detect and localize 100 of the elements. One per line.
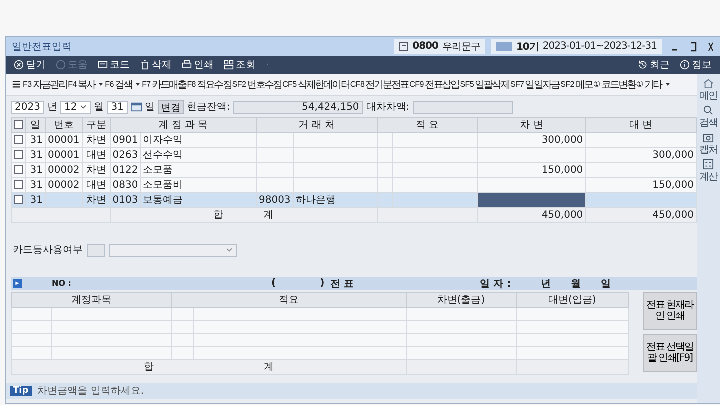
function-key-button[interactable]: F7카드매출 [142,78,186,92]
function-key-button[interactable]: F3자금관리 [23,78,68,92]
month-dropdown[interactable]: 12 [60,100,92,114]
table-cell: 0830 [110,178,141,192]
sidebar-button[interactable]: 메인 [700,78,718,103]
table-cell: 150,000 [652,180,694,190]
table-cell: 0103 [110,192,141,208]
column-header[interactable]: 계 정 과 목 [110,118,256,132]
row-checkbox[interactable] [14,165,23,174]
table-cell: 대변 [82,178,110,192]
toolbar-button[interactable]: 최근 [634,57,674,73]
row-checkbox[interactable] [14,150,23,160]
card-usage-label: 카드등사용여부 [13,244,83,257]
function-key-button[interactable]: F6검색 [105,78,142,92]
year-label: 년 [47,101,58,114]
sidebar-button[interactable]: 계산 [700,159,718,184]
table-cell: 하나은행 [296,195,336,206]
print-button[interactable]: 전표 선택일괄 인쇄[F9] [643,334,697,372]
function-key-button[interactable]: CF9전표삽입 [410,78,460,92]
table-cell: 0901 [110,132,141,148]
calculator-icon [703,159,714,170]
function-key-button[interactable]: CF8전기분전표 [350,78,409,92]
table-cell: 보통예금 [140,192,256,208]
change-button[interactable]: 변경 [158,100,184,114]
printer-icon [182,60,192,70]
table-cell: 대변 [82,148,110,162]
caret-icon [80,104,88,110]
table-cell: 00002 [48,180,80,190]
print-button[interactable]: 전표 현재라인 인쇄 [643,292,697,330]
circle-icon [56,60,66,70]
restore-icon[interactable] [688,42,698,52]
toolbar-button[interactable]: 인쇄 [178,57,218,73]
voucher-month-label: 월 [571,278,582,290]
day-field[interactable]: 31 [107,100,128,114]
column-header[interactable]: 적 요 [377,118,478,132]
total-cell: 450,000 [478,208,586,222]
function-key-button[interactable]: CF5삭제한데이터 [282,78,350,92]
toolbar-button[interactable]: 닫기 [10,57,50,73]
toolbar-button[interactable]: 코드 [94,57,134,73]
row-checkbox[interactable] [14,180,23,190]
total-label: 계 [264,362,274,373]
table-cell: 0122 [110,162,141,178]
term: 10기 [516,40,539,54]
column-header[interactable]: 일 [26,118,46,132]
table-cell: 선수수익 [140,148,256,162]
toolbar-button[interactable]: 삭제 [136,57,176,73]
table-cell: 이자수익 [140,132,256,148]
month-label: 월 [94,101,104,114]
cash-balance-label: 현금잔액: [186,101,230,114]
column-header[interactable]: 번호 [45,118,82,132]
function-key-button[interactable]: SF2 번호수정 [232,78,282,92]
table-cell: 00002 [48,164,80,176]
column-header[interactable]: 거 래 처 [256,118,378,132]
column-header[interactable]: 차 변 [478,118,586,132]
close-icon[interactable] [706,42,716,52]
grid-icon [224,60,234,70]
tip-badge: Tip [10,386,32,396]
column-header[interactable]: 구분 [82,118,110,132]
column-header: 계정과목 [12,292,172,308]
camera-icon [703,132,714,143]
sidebar-button[interactable]: 캡처 [700,132,718,157]
debit-input-field[interactable] [478,192,586,208]
table-cell: 소모품비 [140,178,256,192]
function-key-button[interactable]: ① 기타 [636,78,671,92]
table-cell: 차변 [82,132,110,148]
company-name: 우리문구 [442,40,480,54]
table-cell: 300,000 [478,132,586,148]
function-key-button[interactable]: F8적요수정 [187,78,232,92]
voucher-year-label: 년 [541,278,552,290]
day-label: 일 [144,101,155,114]
function-key-button[interactable]: SF2메모 [560,78,593,92]
select-all-checkbox[interactable] [14,120,23,130]
column-header: 대변(입금) [516,292,628,308]
function-key-button[interactable]: SF7 일일자금 [510,78,560,92]
table-cell: 150,000 [478,162,586,178]
function-key-button[interactable]: F4복사 [68,78,104,92]
total-label: 계 [264,210,274,221]
voucher-title-bracket: ) [320,278,325,289]
row-checkbox[interactable] [14,135,23,144]
card-code-field[interactable] [87,244,105,256]
voucher-title: 전 표 [330,278,354,290]
function-key-button[interactable]: ① 코드변환 [594,78,636,92]
function-key-button[interactable]: SF5 일괄삭제 [460,78,510,92]
total-cell: 450,000 [586,208,696,222]
toolbar-button[interactable]: 정보 [676,57,716,73]
voucher-day-label: 일 [601,278,612,290]
row-checkbox[interactable] [14,195,23,204]
window-title: 일반전표입력 [12,40,72,54]
table-cell: 차변 [82,162,110,178]
column-header: 적요 [172,292,406,308]
table-cell: 00001 [48,134,80,146]
column-header[interactable]: 대 변 [586,118,696,132]
menu-icon[interactable] [12,80,21,89]
voucher-number-label: NO : [52,279,72,288]
table-cell: 차변 [82,192,110,208]
toolbar-button[interactable]: 조회 [220,57,260,73]
calendar-icon[interactable] [130,102,142,112]
year-field[interactable]: 2023 [11,100,44,114]
sidebar-button[interactable]: 검색 [700,105,718,130]
company-code: 0800 [412,41,438,52]
